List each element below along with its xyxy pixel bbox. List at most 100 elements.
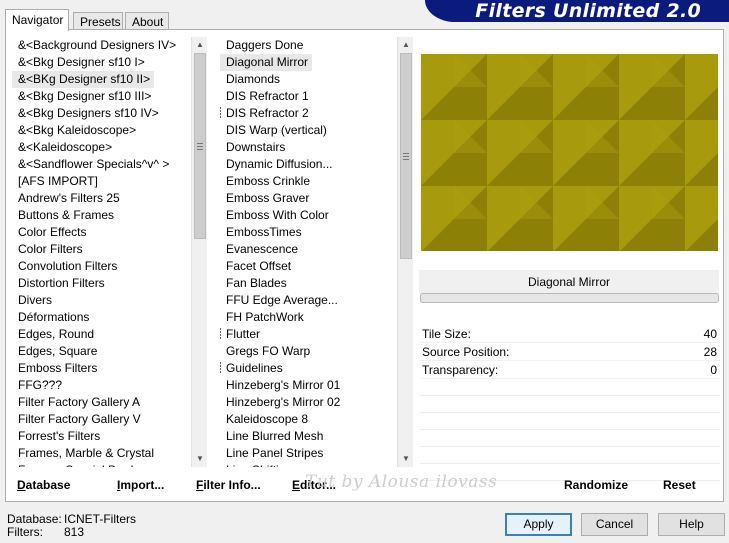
list-item[interactable]: Facet Offset: [220, 258, 396, 275]
scroll-down-arrow-icon[interactable]: ▼: [398, 451, 414, 467]
param-row-source-position[interactable]: Source Position: 28: [420, 343, 720, 361]
list-item[interactable]: Diamonds: [220, 71, 396, 88]
category-scrollbar[interactable]: ▲ ▼: [191, 37, 207, 467]
list-item[interactable]: Line Shifting: [220, 462, 396, 467]
list-item[interactable]: Line Panel Stripes: [220, 445, 396, 462]
list-item-label: &<Bkg Kaleidoscope>: [18, 123, 137, 137]
list-item-label: Déformations: [18, 310, 90, 324]
import-button[interactable]: Import...: [117, 478, 164, 492]
list-item[interactable]: &<Bkg Designer sf10 III>: [12, 88, 188, 105]
help-button[interactable]: Help: [658, 513, 725, 536]
list-item[interactable]: Color Effects: [12, 224, 188, 241]
list-item[interactable]: DIS Warp (vertical): [220, 122, 396, 139]
param-label: Tile Size:: [422, 327, 471, 341]
list-item[interactable]: FFG???: [12, 377, 188, 394]
list-item[interactable]: Distortion Filters: [12, 275, 188, 292]
list-item[interactable]: Evanescence: [220, 241, 396, 258]
list-item-label: &<Bkg Designers sf10 IV>: [18, 106, 159, 120]
filter-list[interactable]: Daggers Done Diagonal Mirror Diamonds DIS R…: [220, 37, 396, 467]
list-item[interactable]: &<Bkg Designers sf10 IV>: [12, 105, 188, 122]
list-item[interactable]: &<Background Designers IV>: [12, 37, 188, 54]
database-button[interactable]: Database: [17, 478, 70, 492]
list-item[interactable]: Emboss With Color: [220, 207, 396, 224]
list-item[interactable]: Déformations: [12, 309, 188, 326]
list-item-label: Hinzeberg's Mirror 01: [226, 378, 341, 392]
apply-button[interactable]: Apply: [505, 513, 572, 536]
cancel-button[interactable]: Cancel: [581, 513, 648, 536]
list-item-label: Hinzeberg's Mirror 02: [226, 395, 341, 409]
grip-icon: [197, 143, 203, 150]
list-item-label: Color Filters: [18, 242, 83, 256]
filter-info-button[interactable]: Filter Info...: [196, 478, 261, 492]
list-item[interactable]: Filter Factory Gallery A: [12, 394, 188, 411]
list-item[interactable]: Fan Blades: [220, 275, 396, 292]
list-item-label: Line Shifting: [220, 462, 396, 467]
list-item[interactable]: Gregs FO Warp: [220, 343, 396, 360]
list-item[interactable]: Frames, Special Borders: [12, 462, 188, 467]
list-item[interactable]: [AFS IMPORT]: [12, 173, 188, 190]
list-item[interactable]: Emboss Filters: [12, 360, 188, 377]
param-value: 28: [703, 345, 717, 359]
randomize-button[interactable]: Randomize: [564, 478, 628, 492]
list-item-label: EmbossTimes: [226, 225, 302, 239]
list-item-label: Line Panel Stripes: [226, 446, 324, 460]
list-item[interactable]: &<Sandflower Specials^v^ >: [12, 156, 188, 173]
list-item[interactable]: Diagonal Mirror: [220, 54, 396, 71]
param-row-transparency[interactable]: Transparency: 0: [420, 361, 720, 379]
list-item[interactable]: Frames, Marble & Crystal: [12, 445, 188, 462]
filter-scrollbar[interactable]: ▲ ▼: [397, 37, 413, 467]
list-item[interactable]: Line Blurred Mesh: [220, 428, 396, 445]
list-item-label: Edges, Round: [18, 327, 95, 341]
list-item[interactable]: FFU Edge Average...: [220, 292, 396, 309]
multi-item-marker-icon: [220, 362, 221, 374]
list-item[interactable]: Color Filters: [12, 241, 188, 258]
list-item-label: Frames, Marble & Crystal: [18, 446, 155, 460]
list-item-label: DIS Refractor 2: [226, 106, 309, 120]
scroll-up-arrow-icon[interactable]: ▲: [192, 37, 208, 53]
list-item[interactable]: Buttons & Frames: [12, 207, 188, 224]
list-item-label: Buttons & Frames: [18, 208, 115, 222]
list-item-label: &<Bkg Designer sf10 I>: [18, 55, 145, 69]
list-item[interactable]: Convolution Filters: [12, 258, 188, 275]
list-item[interactable]: Divers: [12, 292, 188, 309]
list-item[interactable]: Kaleidoscope 8: [220, 411, 396, 428]
list-item[interactable]: Flutter: [220, 326, 396, 343]
list-item[interactable]: Downstairs: [220, 139, 396, 156]
list-item[interactable]: &<Bkg Designer sf10 I>: [12, 54, 188, 71]
reset-button[interactable]: Reset: [663, 478, 696, 492]
list-item[interactable]: Forrest's Filters: [12, 428, 188, 445]
list-item[interactable]: Hinzeberg's Mirror 01: [220, 377, 396, 394]
param-value: 40: [703, 327, 717, 341]
list-item[interactable]: Edges, Round: [12, 326, 188, 343]
scroll-down-arrow-icon[interactable]: ▼: [192, 451, 208, 467]
list-item-label: Dynamic Diffusion...: [226, 157, 333, 171]
scroll-thumb[interactable]: [194, 53, 206, 239]
param-row-tile-size[interactable]: Tile Size: 40: [420, 325, 720, 343]
list-item[interactable]: DIS Refractor 2: [220, 105, 396, 122]
list-item[interactable]: Filter Factory Gallery V: [12, 411, 188, 428]
list-item[interactable]: DIS Refractor 1: [220, 88, 396, 105]
list-item[interactable]: Edges, Square: [12, 343, 188, 360]
category-list[interactable]: &<Background Designers IV> &<Bkg Designer…: [12, 37, 188, 467]
scroll-thumb[interactable]: [400, 53, 412, 259]
list-item[interactable]: &<Bkg Kaleidoscope>: [12, 122, 188, 139]
multi-item-marker-icon: [220, 107, 221, 119]
list-item[interactable]: Guidelines: [220, 360, 396, 377]
list-item[interactable]: Hinzeberg's Mirror 02: [220, 394, 396, 411]
list-item[interactable]: Andrew's Filters 25: [12, 190, 188, 207]
list-item[interactable]: Emboss Graver: [220, 190, 396, 207]
list-item[interactable]: FH PatchWork: [220, 309, 396, 326]
param-label: Transparency:: [422, 363, 499, 377]
list-item-label: &<Bkg Designer sf10 III>: [18, 89, 152, 103]
list-item[interactable]: &<Kaleidoscope>: [12, 139, 188, 156]
scroll-up-arrow-icon[interactable]: ▲: [398, 37, 414, 53]
list-item[interactable]: &<BKg Designer sf10 II>: [12, 71, 188, 88]
multi-item-marker-icon: [220, 328, 221, 340]
tab-label: About: [132, 15, 164, 29]
list-item-label: Diagonal Mirror: [220, 54, 313, 71]
tab-navigator[interactable]: Navigator: [5, 9, 69, 31]
list-item[interactable]: Dynamic Diffusion...: [220, 156, 396, 173]
list-item[interactable]: EmbossTimes: [220, 224, 396, 241]
list-item[interactable]: Daggers Done: [220, 37, 396, 54]
list-item[interactable]: Emboss Crinkle: [220, 173, 396, 190]
